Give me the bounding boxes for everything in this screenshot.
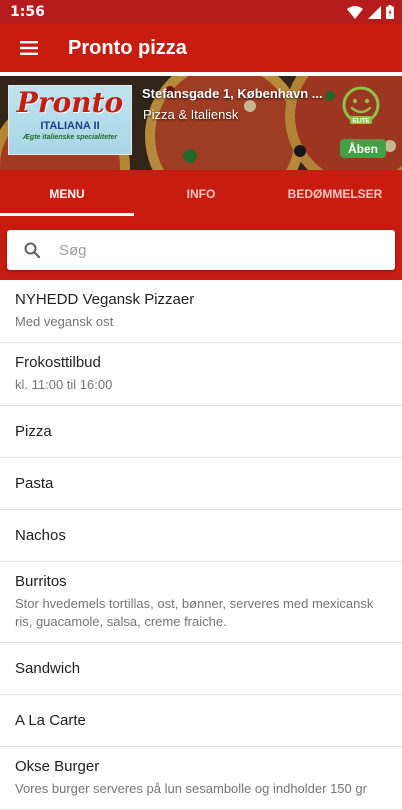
restaurant-category: Pizza & Italiensk — [143, 107, 239, 122]
list-item[interactable]: Okse Burger Vores burger serveres på lun… — [0, 747, 402, 810]
elite-label: ELITE — [352, 119, 369, 125]
category-description: Stor hvedemels tortillas, ost, bønner, s… — [15, 596, 374, 629]
status-bar: 1:56 — [0, 0, 402, 24]
search-input[interactable] — [57, 240, 361, 260]
open-status-badge: Åben — [340, 139, 386, 158]
list-item[interactable]: Pizza — [0, 406, 402, 458]
search-area — [0, 218, 402, 280]
tab-bar: MENU INFO BEDØMMELSER — [0, 170, 402, 218]
category-name: Nachos — [15, 527, 66, 544]
tab-info[interactable]: INFO — [134, 170, 268, 218]
menu-button[interactable] — [0, 24, 58, 72]
logo-text: Pronto — [16, 86, 124, 119]
category-description: Vores burger serveres på lun sesambolle … — [15, 781, 367, 796]
logo-tagline: Ægte italienske specialiteter — [22, 134, 118, 141]
category-name: A La Carte — [15, 712, 86, 729]
category-description: kl. 11:00 til 16:00 — [15, 377, 113, 392]
app-title: Pronto pizza — [68, 36, 187, 59]
category-name: Pizza — [15, 423, 52, 440]
list-item[interactable]: Pasta — [0, 458, 402, 510]
menu-category-list: NYHEDD Vegansk Pizzaer Med vegansk ost F… — [0, 280, 402, 810]
wifi-icon — [347, 5, 363, 19]
list-item[interactable]: Sandwich — [0, 643, 402, 695]
category-name: Frokosttilbud — [15, 354, 101, 371]
tab-menu[interactable]: MENU — [0, 170, 134, 218]
restaurant-header: Pronto ITALIANA II Ægte italienske speci… — [0, 76, 402, 170]
list-item[interactable]: Burritos Stor hvedemels tortillas, ost, … — [0, 562, 402, 643]
category-name: Sandwich — [15, 660, 81, 677]
list-item[interactable]: Nachos — [0, 510, 402, 562]
hamburger-menu-icon — [20, 41, 38, 55]
logo-subtitle: ITALIANA II — [40, 120, 100, 132]
list-item[interactable]: NYHEDD Vegansk Pizzaer Med vegansk ost — [0, 280, 402, 343]
elite-smiley-icon: ELITE — [342, 86, 380, 125]
system-icons — [347, 5, 394, 19]
signal-icon — [368, 5, 381, 19]
app-bar: Pronto pizza — [0, 24, 402, 72]
list-item[interactable]: A La Carte — [0, 695, 402, 747]
battery-icon — [386, 5, 394, 19]
category-name: Burritos — [15, 573, 67, 590]
list-item[interactable]: Frokosttilbud kl. 11:00 til 16:00 — [0, 343, 402, 406]
category-name: Okse Burger — [15, 758, 100, 775]
status-time: 1:56 — [10, 4, 45, 20]
category-name: NYHEDD Vegansk Pizzaer — [15, 291, 195, 308]
tab-reviews[interactable]: BEDØMMELSER — [268, 170, 402, 218]
restaurant-address: Stefansgade 1, København ... — [142, 86, 323, 101]
restaurant-logo: Pronto ITALIANA II Ægte italienske speci… — [8, 85, 132, 155]
search-bar[interactable] — [7, 230, 395, 270]
search-icon — [7, 242, 57, 258]
category-name: Pasta — [15, 475, 54, 492]
category-description: Med vegansk ost — [15, 314, 114, 329]
